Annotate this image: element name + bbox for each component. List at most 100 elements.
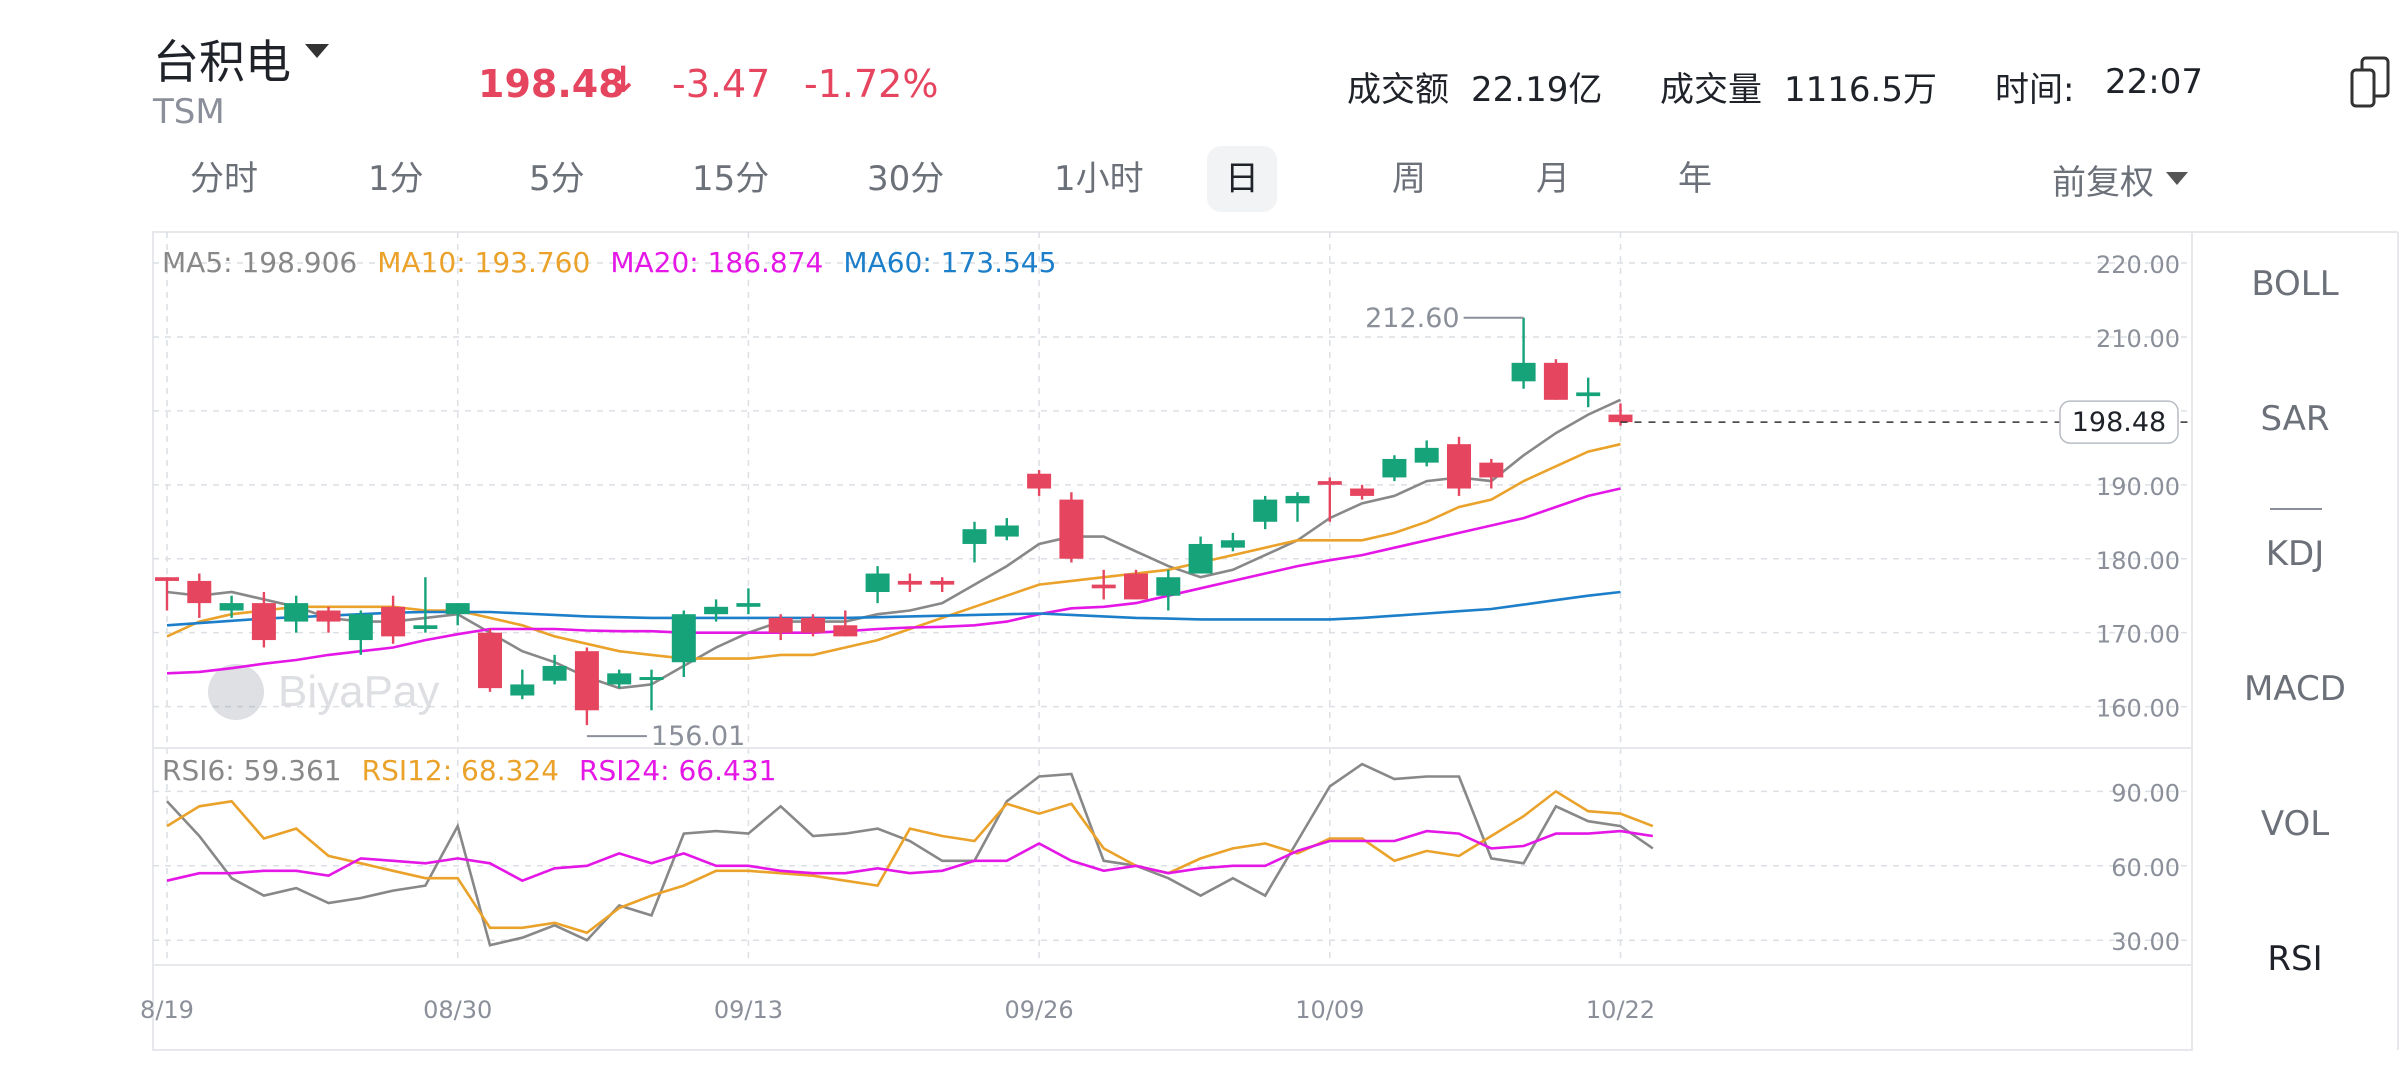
- candle-body: [736, 603, 761, 607]
- candle-body: [1447, 444, 1471, 489]
- y-tick-label: 220.00: [2096, 251, 2180, 279]
- candle-body: [671, 614, 696, 663]
- candle: [413, 577, 438, 633]
- candle-body: [1059, 499, 1084, 559]
- candle-body: [1350, 488, 1375, 496]
- indicator-kdj[interactable]: KDJ: [2192, 534, 2398, 574]
- indicator-sar[interactable]: SAR: [2192, 399, 2398, 439]
- candle-body: [284, 603, 309, 622]
- candle: [1350, 484, 1375, 500]
- kline-chart[interactable]: 220.00210.00200.00190.00180.00170.00160.…: [0, 0, 2400, 1080]
- x-tick-label: 10/09: [1295, 996, 1364, 1024]
- candle-body: [962, 529, 987, 544]
- candle: [994, 518, 1019, 541]
- candle-body: [1382, 458, 1407, 478]
- candle-body: [1285, 495, 1310, 504]
- candle-body: [1091, 584, 1116, 589]
- candle: [1576, 377, 1601, 408]
- indicator-vol[interactable]: VOL: [2192, 804, 2398, 844]
- candle-body: [478, 632, 502, 689]
- candle: [348, 610, 373, 655]
- candle: [187, 573, 212, 618]
- candle: [1091, 569, 1116, 600]
- candle: [962, 521, 987, 563]
- legend-ma5: MA5: 198.906: [162, 246, 358, 279]
- candle-body: [865, 573, 890, 593]
- indicator-panel: BOLL SAR KDJ MACD VOL RSI: [2192, 232, 2398, 1050]
- rsi-y-tick-label: 30.00: [2111, 928, 2180, 956]
- candle: [1188, 536, 1213, 574]
- candle-body: [413, 625, 438, 629]
- legend-ma60: MA60: 173.545: [843, 246, 1057, 279]
- candle-body: [930, 580, 955, 585]
- y-tick-label: 190.00: [2096, 473, 2180, 501]
- candle-body: [219, 603, 244, 611]
- candle: [1511, 317, 1536, 389]
- indicator-rsi[interactable]: RSI: [2192, 939, 2398, 979]
- candle: [1382, 455, 1407, 482]
- indicator-divider: [2270, 508, 2322, 510]
- candle-body: [445, 603, 470, 615]
- x-tick-label: 08/30: [423, 996, 492, 1024]
- candle-body: [574, 651, 599, 711]
- candle-body: [316, 610, 341, 622]
- candle: [1156, 569, 1181, 611]
- candle-body: [348, 614, 373, 641]
- candle: [1414, 440, 1439, 467]
- x-tick-label: 8/19: [140, 996, 194, 1024]
- candle-body: [1479, 462, 1504, 478]
- candle: [639, 669, 664, 711]
- candle-body: [1543, 362, 1568, 400]
- x-tick-label: 09/26: [1005, 996, 1074, 1024]
- candle: [1027, 470, 1052, 496]
- indicator-boll[interactable]: BOLL: [2192, 264, 2398, 304]
- candle-body: [833, 625, 858, 637]
- watermark-text: BiyaPay: [278, 667, 439, 716]
- candle: [1059, 492, 1084, 563]
- candle: [865, 566, 890, 604]
- candle-body: [155, 577, 179, 581]
- low-price-label: 156.01: [651, 721, 745, 752]
- y-tick-label: 160.00: [2096, 695, 2180, 723]
- candle-body: [639, 677, 664, 681]
- candle: [736, 588, 761, 615]
- candle: [574, 647, 599, 726]
- candle-body: [542, 665, 567, 681]
- legend-rsi6: RSI6: 59.361: [162, 754, 342, 787]
- candle-body: [381, 606, 406, 637]
- candle-body: [1220, 540, 1245, 548]
- candle-body: [994, 525, 1019, 537]
- candle-body: [1188, 543, 1213, 574]
- candle: [897, 573, 922, 593]
- series-rsi24: [166, 829, 1653, 883]
- candle: [219, 595, 244, 618]
- candle-body: [1608, 414, 1633, 423]
- candle: [833, 610, 858, 637]
- legend-rsi24: RSI24: 66.431: [579, 754, 777, 787]
- y-tick-label: 180.00: [2096, 547, 2180, 575]
- candle-body: [1317, 481, 1342, 485]
- candle-body: [510, 684, 535, 696]
- legend-rsi12: RSI12: 68.324: [361, 754, 560, 787]
- candle: [381, 595, 406, 644]
- last-price-tag: 198.48: [2072, 407, 2166, 438]
- candle-body: [1156, 577, 1181, 596]
- candle-body: [704, 606, 729, 615]
- candle-body: [1511, 362, 1536, 382]
- candle-body: [607, 673, 632, 685]
- y-tick-label: 210.00: [2096, 325, 2180, 353]
- candle: [1124, 569, 1148, 600]
- candle: [1543, 359, 1568, 400]
- x-tick-label: 10/22: [1586, 996, 1655, 1024]
- candle: [930, 577, 955, 593]
- rsi-y-tick-label: 90.00: [2111, 779, 2180, 807]
- candle: [284, 595, 309, 633]
- candle: [1253, 495, 1278, 530]
- candle-body: [768, 617, 793, 633]
- candle-body: [1124, 573, 1148, 600]
- series-ma5: [166, 398, 1622, 690]
- legend-ma10: MA10: 193.760: [377, 246, 591, 279]
- indicator-macd[interactable]: MACD: [2192, 669, 2398, 709]
- candle: [478, 628, 502, 692]
- watermark-icon: [208, 664, 264, 720]
